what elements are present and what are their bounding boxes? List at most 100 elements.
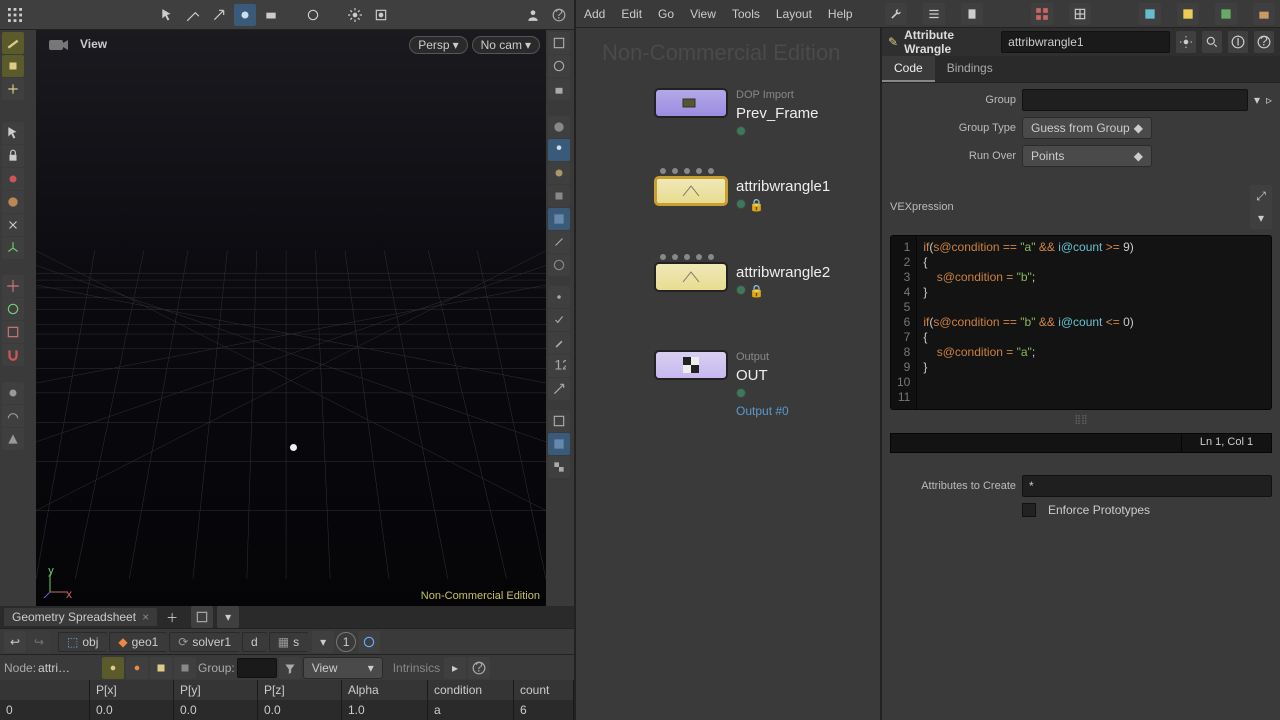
display-opts-icon[interactable] — [370, 4, 392, 26]
flag-icon[interactable] — [1139, 3, 1161, 25]
detail-mode-icon[interactable] — [174, 657, 196, 679]
disp-6-icon[interactable] — [548, 162, 570, 184]
box-icon[interactable] — [1253, 3, 1275, 25]
tool-axes-icon[interactable] — [2, 237, 24, 259]
note-icon[interactable] — [1177, 3, 1199, 25]
handle-2-icon[interactable] — [208, 4, 230, 26]
tool-arc-icon[interactable] — [2, 405, 24, 427]
pin-1-icon[interactable]: 1 — [336, 632, 356, 652]
disp-10-icon[interactable] — [548, 254, 570, 276]
expand-icon[interactable]: ⤢ — [1250, 185, 1272, 207]
disp-4-icon[interactable] — [548, 116, 570, 138]
select-icon[interactable] — [156, 4, 178, 26]
menu-help[interactable]: Help — [828, 7, 853, 21]
grid4-icon[interactable] — [1031, 3, 1053, 25]
intrinsics-label[interactable]: Intrinsics — [393, 661, 440, 675]
search-2-icon[interactable] — [1202, 31, 1222, 53]
crumb-drop-icon[interactable]: ▾ — [312, 631, 334, 653]
target-icon[interactable] — [358, 631, 380, 653]
info-icon[interactable]: i — [1228, 31, 1248, 53]
node-wrangle1[interactable]: attribwrangle1🔒 — [654, 176, 728, 206]
grid-icon[interactable] — [1069, 3, 1091, 25]
close-icon[interactable]: × — [142, 610, 149, 624]
tool-scale-icon[interactable] — [2, 321, 24, 343]
tab-bindings[interactable]: Bindings — [935, 56, 1005, 82]
tool-sphere-icon[interactable] — [2, 191, 24, 213]
group-select-icon[interactable]: ▹ — [1266, 93, 1272, 107]
verts-mode-icon[interactable] — [126, 657, 148, 679]
enforce-checkbox[interactable] — [1022, 503, 1036, 517]
crumb-geo1[interactable]: ◆geo1 — [109, 632, 167, 652]
drag-handle-icon[interactable]: ⣿⣿ — [890, 414, 1272, 425]
disp-check-icon[interactable] — [548, 309, 570, 331]
img-icon[interactable] — [1215, 3, 1237, 25]
prims-mode-icon[interactable] — [150, 657, 172, 679]
menu-edit[interactable]: Edit — [621, 7, 642, 21]
circle-icon[interactable] — [302, 4, 324, 26]
view-dropdown[interactable]: View▾ — [303, 657, 383, 679]
attrs-input[interactable] — [1022, 475, 1272, 497]
node-prev-frame[interactable]: DOP ImportPrev_Frame — [654, 88, 728, 118]
tool-red-icon[interactable] — [2, 168, 24, 190]
apps-icon[interactable] — [4, 4, 26, 26]
grouptype-dropdown[interactable]: Guess from Group◆ — [1022, 117, 1152, 139]
group-chevron-icon[interactable]: ▾ — [1254, 93, 1260, 107]
help-3-icon[interactable]: ? — [1254, 31, 1274, 53]
disp-lock-icon[interactable] — [548, 78, 570, 100]
table-row[interactable]: 00.00.00.01.0a6 — [0, 700, 574, 720]
back-icon[interactable]: ↩ — [4, 631, 26, 653]
crumb-solver[interactable]: ⟳solver1 — [169, 632, 240, 652]
crumb-obj[interactable]: ⬚obj — [58, 632, 107, 652]
fwd-icon[interactable]: ↪ — [28, 631, 50, 653]
disp-2-icon[interactable] — [548, 55, 570, 77]
crumb-s[interactable]: ▦s — [269, 632, 308, 652]
spreadsheet-tab[interactable]: Geometry Spreadsheet× — [4, 608, 157, 626]
tab-code[interactable]: Code — [882, 56, 935, 82]
disp-8-icon[interactable] — [548, 208, 570, 230]
persp-dropdown[interactable]: Persp▾ — [409, 36, 467, 54]
lock-icon[interactable] — [2, 145, 24, 167]
vex-editor[interactable]: 1234567891011 if(s@condition == "a" && i… — [890, 235, 1272, 410]
group-param-input[interactable] — [1022, 89, 1248, 111]
help-2-icon[interactable]: ? — [468, 657, 490, 679]
menu-layout[interactable]: Layout — [776, 7, 812, 21]
tool-2-icon[interactable] — [2, 55, 24, 77]
magnet-icon[interactable] — [2, 344, 24, 366]
chevron-down-2-icon[interactable]: ▾ — [1250, 207, 1272, 229]
disp-wire-icon[interactable] — [548, 410, 570, 432]
camera-lock-icon[interactable] — [260, 4, 282, 26]
group-input[interactable] — [237, 658, 277, 678]
disp-person-icon[interactable] — [548, 139, 570, 161]
disp-7-icon[interactable] — [548, 185, 570, 207]
code-content[interactable]: if(s@condition == "a" && i@count >= 9) {… — [917, 236, 1139, 409]
menu-tools[interactable]: Tools — [732, 7, 760, 21]
tool-rotate-icon[interactable] — [2, 298, 24, 320]
tool-x-icon[interactable] — [2, 214, 24, 236]
add-tab-icon[interactable]: ＋ — [161, 606, 183, 628]
tool-tri-icon[interactable] — [2, 428, 24, 450]
tool-select-icon[interactable] — [2, 32, 24, 54]
wrench-icon[interactable] — [885, 3, 907, 25]
list-icon[interactable] — [923, 3, 945, 25]
help-icon[interactable]: ? — [548, 4, 570, 26]
crumb-d[interactable]: d — [242, 632, 267, 652]
disp-pen-icon[interactable] — [548, 332, 570, 354]
disp-dot-icon[interactable] — [548, 286, 570, 308]
node-wrangle2[interactable]: attribwrangle2🔒 — [654, 262, 728, 292]
play-icon[interactable]: ▸ — [444, 657, 466, 679]
node-output[interactable]: OutputOUTOutput #0 — [654, 350, 728, 380]
gear-2-icon[interactable] — [1176, 31, 1196, 53]
snap-icon[interactable] — [234, 4, 256, 26]
cursor-icon[interactable] — [2, 122, 24, 144]
chevron-down-icon[interactable]: ▾ — [217, 606, 239, 628]
disp-vec-icon[interactable] — [548, 378, 570, 400]
points-mode-icon[interactable] — [102, 657, 124, 679]
tool-3-icon[interactable] — [2, 78, 24, 100]
node-name-input[interactable] — [1001, 31, 1170, 53]
tool-gear-icon[interactable] — [2, 382, 24, 404]
3d-viewport[interactable]: View Persp▾ No cam▾ y x Non-Commercial E… — [36, 30, 546, 606]
runover-dropdown[interactable]: Points◆ — [1022, 145, 1152, 167]
tool-move-icon[interactable] — [2, 275, 24, 297]
filter-icon[interactable] — [279, 657, 301, 679]
page-icon[interactable] — [961, 3, 983, 25]
